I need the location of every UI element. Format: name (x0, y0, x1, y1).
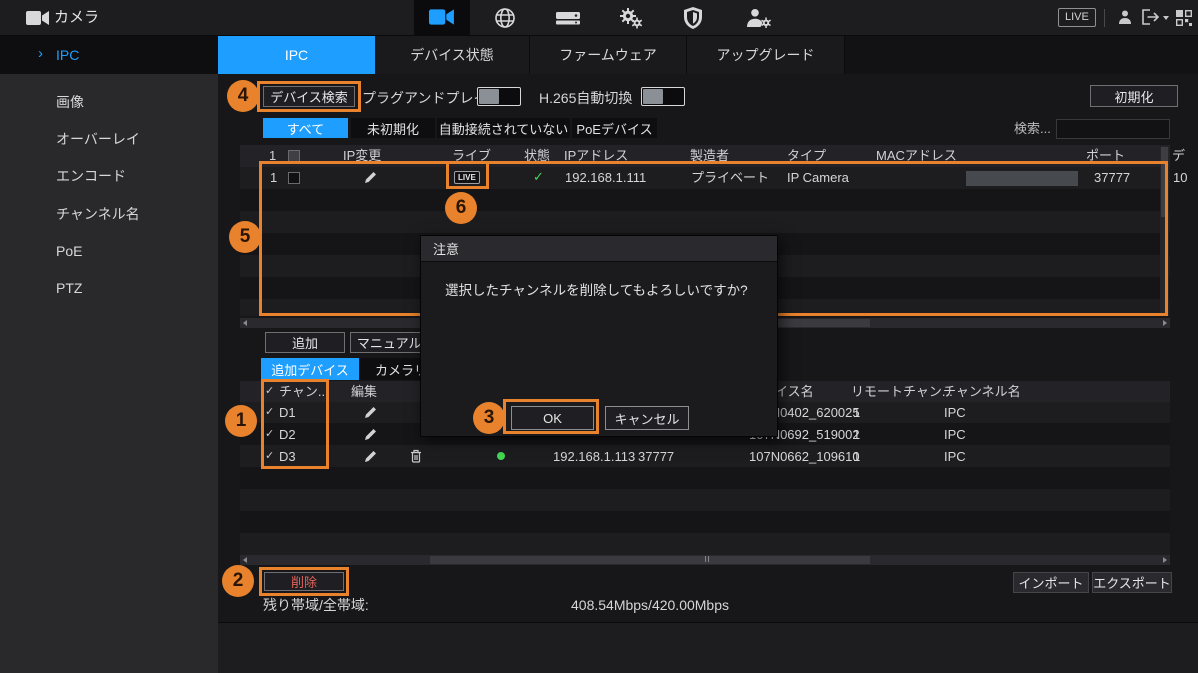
sidebar-item-encode[interactable]: エンコード (0, 157, 218, 194)
plug-and-play-toggle[interactable] (477, 87, 521, 106)
cell-ip: 192.168.1.113 (553, 448, 635, 466)
cell-channel-name: IPC (944, 426, 966, 444)
search-input[interactable] (1056, 119, 1170, 139)
scroll-left-icon[interactable] (243, 320, 247, 326)
scrollbar-grip (705, 556, 709, 562)
camera-nav-icon (429, 8, 455, 29)
cell-channel-name: IPC (944, 448, 966, 466)
annotation-circle-3: 3 (473, 402, 505, 434)
nvr-camera-screen: カメラ LIVE (0, 0, 1198, 673)
topbar-divider (1104, 9, 1105, 27)
confirm-delete-dialog: 注意 選択したチャンネルを削除してもよろしいですか? OK キャンセル (420, 235, 778, 437)
annotation-box-delete (259, 567, 349, 596)
filter-all[interactable]: すべて (263, 118, 348, 138)
user-icon[interactable] (1117, 9, 1133, 28)
col-channel-name: チャンネル名 (943, 383, 1021, 401)
dialog-message: 選択したチャンネルを削除してもよろしいですか? (445, 282, 748, 300)
annotation-box-ok (503, 399, 599, 434)
h265-auto-toggle[interactable] (641, 87, 685, 106)
tab-device-status[interactable]: デバイス状態 (375, 36, 530, 74)
col-remote-channel: リモートチャン... (851, 383, 953, 401)
col-edit: 編集 (351, 383, 377, 401)
nav-camera-active[interactable] (414, 0, 470, 36)
online-status-dot (497, 452, 505, 460)
added-row-d3[interactable] (240, 445, 1170, 467)
edit-pencil-icon[interactable] (364, 450, 377, 466)
logout-icon[interactable] (1141, 9, 1161, 28)
cell-channel-name: IPC (944, 404, 966, 422)
bandwidth-label: 残り帯域/全帯域: (263, 596, 369, 614)
subtab-added-device[interactable]: 追加デバイス (261, 358, 359, 380)
content-bottom-margin (218, 622, 1198, 673)
col-truncated: デ (1172, 147, 1185, 165)
empty-row (240, 533, 1170, 555)
annotation-box-live-badge (446, 161, 489, 189)
sidebar-item-channel-name[interactable]: チャンネル名 (0, 195, 218, 232)
annotation-circle-6: 6 (445, 192, 477, 224)
bandwidth-value: 408.54Mbps/420.00Mbps (571, 596, 729, 614)
sidebar-item-image[interactable]: 画像 (0, 83, 218, 120)
qr-grid-icon[interactable] (1175, 9, 1193, 30)
security-shield-icon[interactable] (683, 6, 703, 33)
cell-device-name: 107N0662_109610 (749, 448, 860, 466)
search-label: 検索... (1014, 120, 1051, 138)
toggle-knob (643, 89, 663, 104)
logout-caret-icon[interactable] (1163, 16, 1169, 20)
annotation-circle-1: 1 (225, 405, 257, 437)
system-settings-icon[interactable] (619, 7, 643, 32)
annotation-circle-2: 2 (222, 565, 254, 597)
cancel-button[interactable]: キャンセル (605, 406, 689, 430)
account-settings-icon[interactable] (745, 8, 771, 31)
plug-and-play-label: プラグアンドプレイ (362, 89, 487, 107)
tab-firmware[interactable]: ファームウェア (530, 36, 687, 74)
dialog-title: 注意 (421, 236, 777, 262)
annotation-circle-5: 5 (229, 221, 261, 253)
live-mode-badge[interactable]: LIVE (1058, 8, 1096, 27)
filter-poe-device[interactable]: PoEデバイス (572, 118, 657, 138)
filter-uninitialized[interactable]: 未初期化 (351, 118, 435, 138)
initialize-button[interactable]: 初期化 (1090, 85, 1178, 107)
camera-icon (26, 10, 50, 29)
h265-auto-label: H.265自動切換 (539, 89, 632, 107)
export-button[interactable]: エクスポート (1092, 572, 1172, 593)
empty-row (240, 489, 1170, 511)
cell-port: 37777 (638, 448, 674, 466)
scroll-right-icon[interactable] (1163, 320, 1167, 326)
cell-remote-channel: 1 (853, 404, 860, 422)
scroll-left-icon[interactable] (243, 557, 247, 563)
scrollbar-thumb[interactable] (430, 556, 870, 564)
edit-pencil-icon[interactable] (364, 428, 377, 444)
import-button[interactable]: インポート (1013, 572, 1089, 593)
sidebar-item-overlay[interactable]: オーバーレイ (0, 120, 218, 157)
cell-truncated: 10 (1173, 169, 1187, 187)
page-title: カメラ (54, 9, 99, 27)
delete-trash-icon[interactable] (410, 449, 422, 466)
network-icon[interactable] (494, 7, 516, 32)
chevron-right-icon: › (38, 45, 43, 63)
toggle-knob (479, 89, 499, 104)
top-bar: カメラ LIVE (0, 0, 1198, 36)
sidebar-item-ipc[interactable]: › IPC (0, 36, 218, 74)
added-h-scrollbar[interactable] (240, 555, 1170, 565)
edit-pencil-icon[interactable] (364, 406, 377, 422)
annotation-box-channel-column (261, 379, 329, 469)
annotation-circle-4: 4 (227, 80, 259, 112)
cell-remote-channel: 1 (853, 426, 860, 444)
scroll-right-icon[interactable] (1163, 557, 1167, 563)
annotation-box-device-search (257, 81, 361, 112)
empty-row (240, 511, 1170, 533)
sidebar-item-poe[interactable]: PoE (0, 232, 218, 269)
sidebar-item-ptz[interactable]: PTZ (0, 269, 218, 306)
empty-row (240, 467, 1170, 489)
tab-ipc[interactable]: IPC (218, 36, 375, 74)
storage-icon[interactable] (555, 9, 581, 30)
add-button[interactable]: 追加 (265, 332, 345, 353)
filter-not-auto-connected[interactable]: 自動接続されていない (437, 118, 570, 138)
tab-upgrade[interactable]: アップグレード (687, 36, 845, 74)
cell-remote-channel: 1 (853, 448, 860, 466)
